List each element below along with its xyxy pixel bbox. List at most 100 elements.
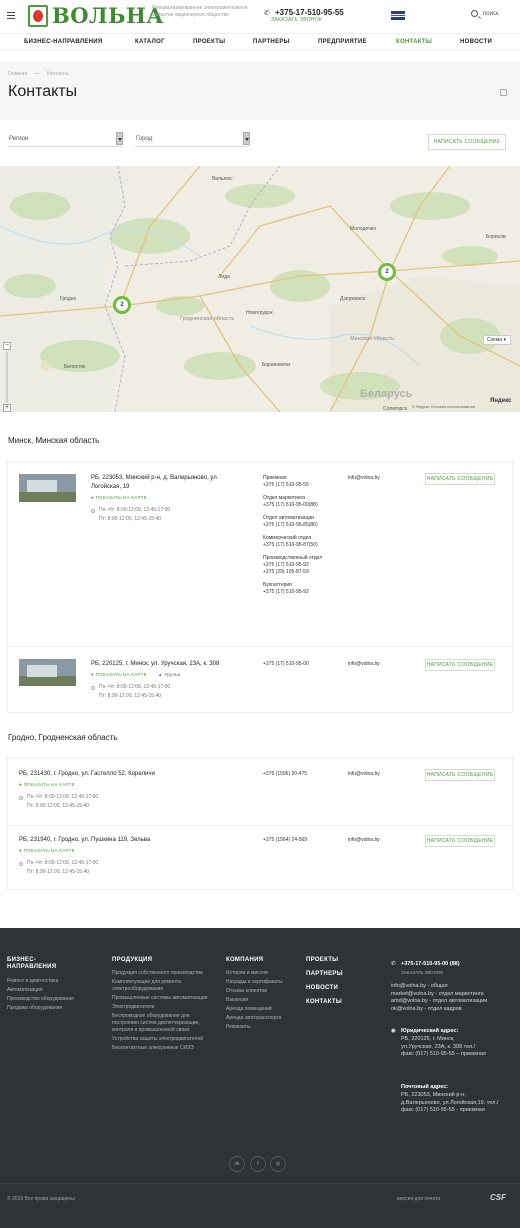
breadcrumb-home[interactable]: Главная — [8, 71, 27, 77]
office-email[interactable]: info@volna.by — [348, 475, 380, 481]
footer-link[interactable]: Бесконтактные электронные СИЗЭ — [112, 1045, 210, 1052]
vk-icon[interactable]: vk — [229, 1156, 245, 1172]
nav-projects[interactable]: ПРОЕКТЫ — [193, 39, 225, 45]
show-on-map-label: ПОКАЗАТЬ НА КАРТЕ — [23, 848, 75, 853]
chevron-down-icon[interactable] — [116, 132, 123, 145]
footer-link[interactable]: Аренда автотранспорта — [226, 1015, 296, 1022]
footer-link[interactable]: Награды и сертификаты — [226, 979, 296, 986]
nav-catalog[interactable]: КАТАЛОГ — [135, 39, 165, 45]
language-flag-icon[interactable] — [391, 11, 405, 20]
footer-phone[interactable]: +375-17-510-95-00 (88) — [401, 961, 460, 969]
footer-link-contacts[interactable]: КОНТАКТЫ — [306, 999, 342, 1006]
phone-number[interactable]: +375 (17) 510-95-87(50) — [263, 542, 343, 549]
footer-col-business-title[interactable]: БИЗНЕС-НАПРАВЛЕНИЯ — [7, 957, 67, 971]
nav-business[interactable]: БИЗНЕС-НАПРАВЛЕНИЯ — [24, 39, 103, 45]
yandex-logo[interactable]: Яндекс — [490, 398, 511, 404]
footer-link[interactable]: Беспроводное оборудование для построения… — [112, 1013, 210, 1034]
phone-number[interactable]: +375 (17) 510-95-85(86) — [263, 522, 343, 529]
write-message-button[interactable]: НАПИСАТЬ СООБЩЕНИЕ — [425, 835, 495, 847]
footer-email[interactable]: info@volna.by - общая — [391, 983, 516, 991]
footer-email[interactable]: market@volna.by - отдел маркетинга — [391, 991, 516, 999]
map-town-vilnius: Вильнюс — [212, 176, 233, 182]
footer-link[interactable]: Ремонт и диагностика — [7, 978, 87, 985]
zoom-out-icon[interactable]: + — [3, 404, 11, 412]
write-message-button[interactable]: НАПИСАТЬ СООБЩЕНИЕ — [428, 134, 506, 150]
zoom-track[interactable] — [6, 352, 8, 402]
footer-link[interactable]: Производство оборудования — [7, 996, 87, 1003]
callback-link[interactable]: Заказать звонок — [271, 17, 322, 23]
show-on-map-label: ПОКАЗАТЬ НА КАРТЕ — [23, 782, 75, 787]
footer-link[interactable]: Продукция собственного производства — [112, 970, 210, 977]
footer-callback[interactable]: ЗАКАЗАТЬ ЗВОНОК — [401, 969, 443, 976]
search-icon[interactable] — [471, 10, 478, 17]
footer-email[interactable]: ok@volna.by - отдел кадров — [391, 1006, 516, 1014]
write-message-button[interactable]: НАПИСАТЬ СООБЩЕНИЕ — [425, 659, 495, 671]
footer-link-partners[interactable]: ПАРТНЕРЫ — [306, 971, 343, 978]
footer-link[interactable]: Вакансии — [226, 997, 296, 1004]
map-canvas — [0, 166, 520, 412]
footer-col-business: Ремонт и диагностика Автоматизация Произ… — [7, 978, 87, 1014]
phone-number[interactable]: +375 (17) 510-95-92 +375 (29) 105-87-59 — [263, 562, 343, 576]
footer-col-company-title[interactable]: КОМПАНИЯ — [226, 957, 263, 964]
phone-number[interactable]: +375 (17) 510-95-92 — [263, 589, 343, 596]
office-email[interactable]: info@volna.by — [348, 661, 380, 667]
footer-link-projects[interactable]: ПРОЕКТЫ — [306, 957, 338, 964]
footer-link[interactable]: Реквизиты — [226, 1024, 296, 1031]
logo-mark-icon — [28, 5, 48, 27]
footer-email[interactable]: amd@volna.by - отдел автоматизации — [391, 998, 516, 1006]
instagram-icon[interactable]: ◎ — [270, 1156, 286, 1172]
search-label[interactable]: поиск — [483, 11, 499, 17]
map-copyright[interactable]: © Яндекс Условия использования — [412, 404, 475, 409]
footer-link[interactable]: Электродвигатели — [112, 1004, 210, 1011]
footer-link[interactable]: Комплектующие для ремонта электрооборудо… — [112, 979, 210, 993]
footer-link[interactable]: Устройства защиты электродвигателей — [112, 1036, 210, 1043]
footer-col-products-title[interactable]: ПРОДУКЦИЯ — [112, 957, 152, 964]
developer-logo[interactable]: CSF — [490, 1193, 506, 1202]
logo[interactable]: ВОЛЬНА — [28, 3, 163, 29]
map-zoom-control[interactable]: − + — [3, 342, 11, 412]
facebook-icon[interactable]: f — [250, 1156, 266, 1172]
menu-icon[interactable] — [7, 12, 15, 19]
map[interactable]: 2 2 Молодечно Борисов Лида Новогрудок Ба… — [0, 166, 520, 412]
office-phone[interactable]: +375 (1596) 20-475 — [263, 771, 307, 778]
chevron-down-icon[interactable] — [243, 132, 250, 145]
footer-link[interactable]: Отзывы клиентов — [226, 988, 296, 995]
section-title-minsk: Минск, Минская область — [8, 436, 100, 445]
footer-link[interactable]: Промышленные системы автоматизации — [112, 995, 210, 1002]
show-on-map-link[interactable]: ● ПОКАЗАТЬ НА КАРТЕ — [19, 848, 75, 853]
map-cluster-minsk[interactable]: 2 — [378, 263, 396, 281]
write-message-button[interactable]: НАПИСАТЬ СООБЩЕНИЕ — [425, 769, 495, 781]
map-town-novogrudok: Новогрудок — [246, 310, 273, 316]
map-cluster-grodno[interactable]: 2 — [113, 296, 131, 314]
office-phone[interactable]: +375 (17) 510-95-00 — [263, 661, 309, 668]
show-on-map-link[interactable]: ● ПОКАЗАТЬ НА КАРТЕ — [19, 782, 75, 787]
nav-partners[interactable]: ПАРТНЕРЫ — [253, 39, 290, 45]
map-region-minsk: Минская область — [350, 336, 394, 342]
nav-contacts[interactable]: КОНТАКТЫ — [396, 39, 432, 45]
nav-company[interactable]: ПРЕДПРИЯТИЕ — [318, 39, 367, 45]
footer-link[interactable]: Аренда помещений — [226, 1006, 296, 1013]
office-email[interactable]: info@volna.by — [348, 837, 380, 843]
footer-link[interactable]: История и миссия — [226, 970, 296, 977]
footer-link[interactable]: Автоматизация — [7, 987, 87, 994]
city-select[interactable]: Город — [135, 130, 250, 147]
zoom-in-icon[interactable]: − — [3, 342, 11, 350]
phone-number[interactable]: +375 (17) 510-95-55 — [263, 482, 343, 489]
map-type-selector[interactable]: Схема ▾ — [483, 335, 511, 345]
map-country-label: Беларусь — [360, 388, 413, 400]
region-select[interactable]: Регион — [8, 130, 123, 147]
phone-label: Бухгалтерия — [263, 582, 292, 588]
header-phone[interactable]: +375-17-510-95-55 — [275, 8, 344, 17]
print-version-link[interactable]: версия для печати — [397, 1196, 440, 1202]
phone-number[interactable]: +375 (17) 510-95-00(88) — [263, 502, 343, 509]
print-icon[interactable] — [500, 89, 507, 96]
show-on-map-link[interactable]: ● ПОКАЗАТЬ НА КАРТЕ — [91, 672, 147, 677]
footer-link-news[interactable]: НОВОСТИ — [306, 985, 338, 992]
nav-news[interactable]: НОВОСТИ — [460, 39, 492, 45]
office-phone[interactable]: +375 (1564) 24-569 — [263, 837, 307, 844]
clock-icon — [19, 862, 23, 866]
show-on-map-link[interactable]: ● ПОКАЗАТЬ НА КАРТЕ — [91, 495, 147, 500]
office-email[interactable]: info@volna.by — [348, 771, 380, 777]
write-message-button[interactable]: НАПИСАТЬ СООБЩЕНИЕ — [425, 473, 495, 485]
footer-link[interactable]: Продажа оборудования — [7, 1005, 87, 1012]
